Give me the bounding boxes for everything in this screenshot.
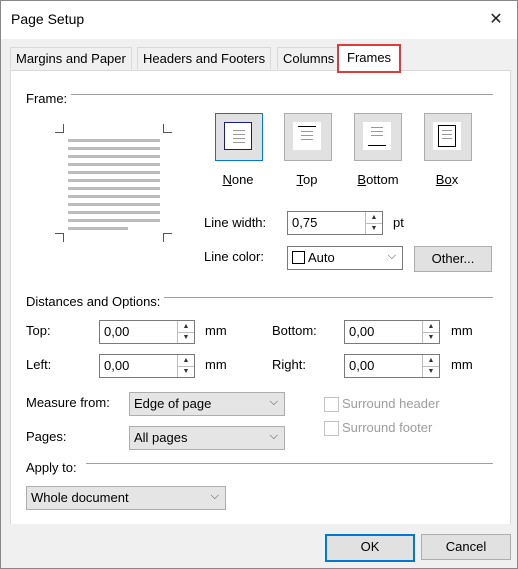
frame-group-title: Frame: xyxy=(26,91,72,106)
top-distance-label: Top: xyxy=(26,323,51,338)
bottom-distance-label: Bottom: xyxy=(272,323,317,338)
frame-bottom-button[interactable] xyxy=(354,113,402,161)
line-width-unit: pt xyxy=(393,215,404,230)
spin-down-icon[interactable]: ▼ xyxy=(366,223,382,234)
page-setup-dialog: Page Setup ✕ Margins and Paper Headers a… xyxy=(0,0,518,569)
apply-group-rule xyxy=(86,463,493,464)
chevron-down-icon: ⌵ xyxy=(210,490,219,502)
left-distance-unit: mm xyxy=(205,357,227,372)
line-color-value: Auto xyxy=(308,250,335,265)
tab-columns[interactable]: Columns xyxy=(277,47,341,69)
frame-box-button[interactable] xyxy=(424,113,472,161)
title-bar: Page Setup ✕ xyxy=(1,1,517,39)
frame-group-rule xyxy=(71,94,493,95)
line-width-spinner[interactable]: 0,75 ▲ ▼ xyxy=(287,211,383,235)
spin-down-icon[interactable]: ▼ xyxy=(178,332,194,343)
pages-value: All pages xyxy=(134,430,188,445)
frame-top-button[interactable] xyxy=(284,113,332,161)
line-color-select[interactable]: Auto ⌵ xyxy=(287,246,403,270)
tab-headers-and-footers[interactable]: Headers and Footers xyxy=(137,47,272,69)
dialog-footer: OK Cancel xyxy=(1,524,517,568)
surround-header-label: Surround header xyxy=(342,396,440,411)
tab-strip: Margins and Paper Headers and Footers Co… xyxy=(1,39,517,73)
spin-down-icon[interactable]: ▼ xyxy=(178,366,194,377)
tab-margins-and-paper[interactable]: Margins and Paper xyxy=(10,47,132,69)
apply-group-title: Apply to: xyxy=(26,460,81,475)
distances-group-title: Distances and Options: xyxy=(26,294,165,309)
apply-to-select[interactable]: Whole document ⌵ xyxy=(26,486,226,510)
chevron-down-icon: ⌵ xyxy=(269,430,278,442)
chevron-down-icon: ⌵ xyxy=(387,250,396,262)
dialog-title: Page Setup xyxy=(11,11,85,27)
line-width-label: Line width: xyxy=(204,215,267,230)
tab-frames[interactable]: Frames xyxy=(337,44,402,73)
left-distance-spinner[interactable]: 0,00 ▲ ▼ xyxy=(99,354,195,378)
pages-select[interactable]: All pages ⌵ xyxy=(129,426,285,450)
frame-top-icon xyxy=(293,122,321,150)
ok-button[interactable]: OK xyxy=(325,534,415,562)
color-swatch xyxy=(292,251,305,264)
frame-top-label: Top xyxy=(296,172,318,187)
measure-from-select[interactable]: Edge of page ⌵ xyxy=(129,392,285,416)
chevron-down-icon: ⌵ xyxy=(269,396,278,408)
right-distance-unit: mm xyxy=(451,357,473,372)
right-distance-spinner[interactable]: 0,00 ▲ ▼ xyxy=(344,354,440,378)
spin-down-icon[interactable]: ▼ xyxy=(423,332,439,343)
surround-footer-checkbox[interactable] xyxy=(324,421,339,436)
distances-group-rule xyxy=(161,297,493,298)
close-icon[interactable]: ✕ xyxy=(481,7,511,33)
line-color-label: Line color: xyxy=(204,249,264,264)
top-distance-spinner[interactable]: 0,00 ▲ ▼ xyxy=(99,320,195,344)
surround-header-checkbox[interactable] xyxy=(324,397,339,412)
surround-footer-label: Surround footer xyxy=(342,420,433,435)
frame-box-icon xyxy=(433,122,461,150)
bottom-distance-spinner[interactable]: 0,00 ▲ ▼ xyxy=(344,320,440,344)
pages-label: Pages: xyxy=(26,429,67,444)
top-distance-value: 0,00 xyxy=(104,324,130,339)
frame-bottom-label: Bottom xyxy=(357,172,399,187)
cancel-button[interactable]: Cancel xyxy=(421,534,511,560)
top-distance-unit: mm xyxy=(205,323,227,338)
right-distance-label: Right: xyxy=(272,357,306,372)
apply-to-value: Whole document xyxy=(31,490,129,505)
frame-none-button[interactable] xyxy=(215,113,263,161)
left-distance-value: 0,00 xyxy=(104,358,130,373)
line-width-value: 0,75 xyxy=(292,215,318,230)
frame-none-icon xyxy=(224,122,252,150)
frames-panel: Frame: None Top Bottom Box Line width: 0… xyxy=(10,70,511,525)
frame-box-label: Box xyxy=(435,172,459,187)
other-color-button[interactable]: Other... xyxy=(414,246,492,272)
measure-from-value: Edge of page xyxy=(134,396,212,411)
spin-down-icon[interactable]: ▼ xyxy=(423,366,439,377)
frame-none-label: None xyxy=(222,172,254,187)
bottom-distance-value: 0,00 xyxy=(349,324,375,339)
bottom-distance-unit: mm xyxy=(451,323,473,338)
frame-bottom-icon xyxy=(363,122,391,150)
left-distance-label: Left: xyxy=(26,357,52,372)
measure-from-label: Measure from: xyxy=(26,395,110,410)
right-distance-value: 0,00 xyxy=(349,358,375,373)
